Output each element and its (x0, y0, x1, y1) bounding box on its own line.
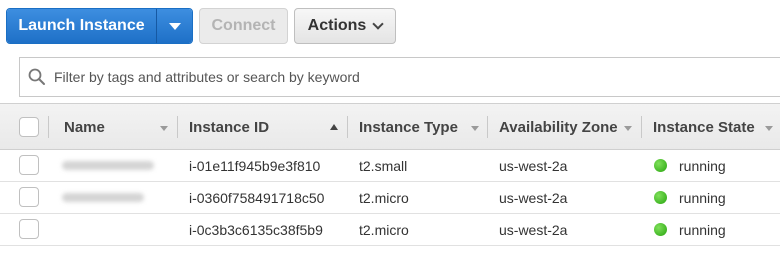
availability-zone-cell: us-west-2a (499, 157, 568, 174)
column-divider (48, 116, 49, 138)
row-checkbox[interactable] (19, 187, 39, 207)
launch-instance-button-group: Launch Instance (6, 8, 193, 44)
column-divider (177, 116, 178, 138)
actions-button-label: Actions (307, 17, 367, 34)
instance-id-cell: i-0360f758491718c50 (189, 189, 325, 206)
availability-zone-cell: us-west-2a (499, 189, 568, 206)
filter-search-box (19, 57, 780, 97)
launch-instance-button[interactable]: Launch Instance (7, 9, 156, 43)
instance-state-label: running (679, 189, 726, 206)
table-row[interactable]: i-01e11f945b9e3f810 t2.small us-west-2a … (0, 150, 780, 182)
instances-table: Name Instance ID Instance Type Availabil… (0, 103, 780, 246)
instance-state-cell: running (654, 214, 726, 245)
column-divider (641, 116, 642, 138)
running-status-icon (654, 223, 667, 236)
instance-state-label: running (679, 157, 726, 174)
chevron-down-icon (372, 17, 384, 30)
instance-type-cell: t2.micro (359, 189, 409, 206)
instance-name-redacted (62, 193, 144, 202)
running-status-icon (654, 159, 667, 172)
instance-state-cell: running (654, 150, 726, 181)
launch-options-dropdown[interactable] (156, 9, 192, 43)
instance-name-redacted (62, 161, 154, 170)
table-row[interactable]: i-0360f758491718c50 t2.micro us-west-2a … (0, 182, 780, 214)
actions-button[interactable]: Actions (294, 8, 396, 44)
instance-type-cell: t2.micro (359, 221, 409, 238)
column-header-name[interactable]: Name (64, 104, 105, 150)
column-header-instance-type[interactable]: Instance Type (359, 104, 458, 150)
toolbar: Launch Instance Connect Actions (0, 0, 780, 50)
instance-id-cell: i-0c3b3c6135c38f5b9 (189, 221, 323, 238)
sort-caret-icon[interactable] (160, 126, 168, 131)
sort-caret-icon[interactable] (765, 126, 773, 131)
filter-search-input[interactable] (54, 62, 754, 92)
instance-id-cell: i-01e11f945b9e3f810 (189, 157, 321, 174)
row-checkbox[interactable] (19, 155, 39, 175)
running-status-icon (654, 191, 667, 204)
column-divider (347, 116, 348, 138)
sort-ascending-icon[interactable] (330, 124, 338, 130)
column-header-availability-zone[interactable]: Availability Zone (499, 104, 618, 150)
instance-type-cell: t2.small (359, 157, 408, 174)
sort-caret-icon[interactable] (471, 126, 479, 131)
select-all-checkbox[interactable] (19, 117, 39, 137)
table-header: Name Instance ID Instance Type Availabil… (0, 103, 780, 150)
availability-zone-cell: us-west-2a (499, 221, 568, 238)
sort-caret-icon[interactable] (624, 126, 632, 131)
instance-state-cell: running (654, 182, 726, 213)
caret-down-icon (168, 22, 181, 30)
search-icon (20, 58, 54, 96)
row-checkbox[interactable] (19, 219, 39, 239)
table-row[interactable]: i-0c3b3c6135c38f5b9 t2.micro us-west-2a … (0, 214, 780, 246)
connect-button[interactable]: Connect (199, 8, 288, 44)
column-header-instance-state[interactable]: Instance State (653, 104, 755, 150)
column-divider (487, 116, 488, 138)
instance-state-label: running (679, 221, 726, 238)
column-header-instance-id[interactable]: Instance ID (189, 104, 269, 150)
